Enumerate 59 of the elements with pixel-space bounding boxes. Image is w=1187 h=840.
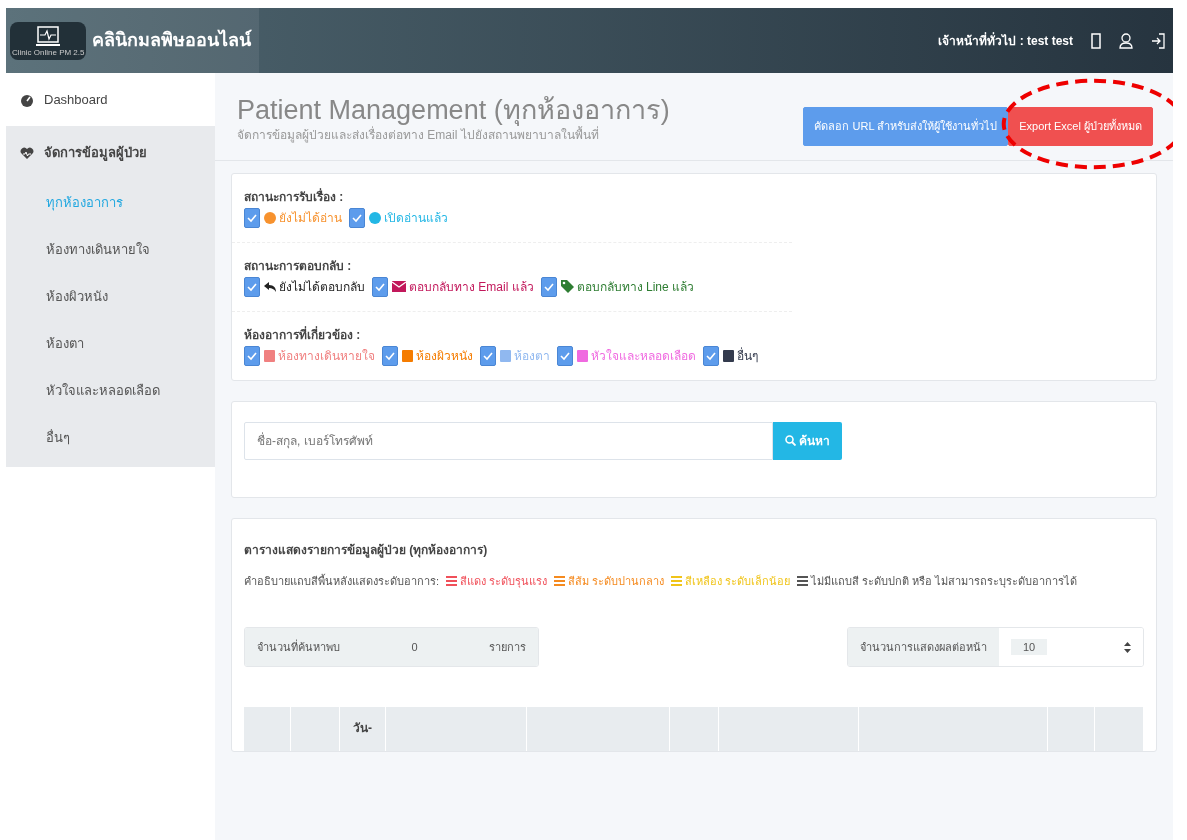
check-icon [560, 350, 570, 361]
page-title: Patient Management (ทุกห้องอาการ) [237, 95, 670, 126]
user-name: เจ้าหน้าที่ทั่วไป : test test [938, 31, 1073, 50]
checkbox[interactable] [540, 276, 557, 297]
filter-option[interactable]: ตอบกลับทาง Email แล้ว [409, 277, 534, 296]
checkbox[interactable] [372, 276, 388, 297]
checkbox[interactable] [244, 345, 260, 366]
legend-item: ไม่มีแถบสี ระดับปกติ หรือ ไม่สามารถระบุระดับอาการได้ [811, 573, 1078, 589]
export-button[interactable]: Export Excel ผู้ป่วยทั้งหมด [1008, 107, 1153, 146]
search-icon [785, 435, 796, 446]
checkbox[interactable] [244, 207, 260, 228]
sidebar-subitem[interactable]: ห้องทางเดินหายใจ [6, 226, 215, 273]
gauge-icon [20, 92, 34, 107]
check-icon [247, 350, 257, 361]
sidebar-subitem[interactable]: ห้องตา [6, 320, 215, 367]
checkbox[interactable] [557, 345, 573, 366]
heart-icon [20, 145, 34, 160]
filter-option[interactable]: อื่นๆ [737, 346, 758, 365]
legend-item: สีส้ม ระดับปานกลาง [568, 573, 665, 589]
check-icon [385, 350, 395, 361]
check-icon [375, 281, 385, 292]
logout-icon[interactable] [1151, 32, 1165, 49]
count-unit: รายการ [477, 628, 538, 666]
filter-option[interactable]: ยังไม่ได้ตอบกลับ [279, 277, 365, 296]
checkbox[interactable] [244, 276, 260, 297]
sidebar-subitem[interactable]: อื่นๆ [6, 414, 215, 461]
check-icon [543, 281, 554, 292]
filter-label: สถานะการรับเรื่อง : [244, 187, 345, 206]
logo-caption: Clinic Online PM 2.5 [12, 48, 85, 57]
sidebar-item[interactable]: จัดการข้อมูลผู้ป่วย [6, 126, 215, 179]
filter-option[interactable]: ตอบกลับทาง Line แล้ว [576, 277, 695, 296]
checkbox[interactable] [703, 345, 719, 366]
sidebar-item[interactable]: Dashboard [6, 73, 215, 126]
filter-label: สถานะการตอบกลับ : [244, 257, 353, 275]
filter-label: ห้องอาการที่เกี่ยวข้อง : [244, 325, 362, 344]
legend-item: สีเหลือง ระดับเล็กน้อย [685, 573, 791, 589]
checkbox[interactable] [349, 207, 365, 228]
user-icon[interactable] [1119, 32, 1133, 49]
brand-name[interactable]: คลินิกมลพิษออนไลน์ [92, 27, 252, 54]
expand-icon[interactable] [1091, 32, 1101, 49]
check-icon [352, 212, 362, 223]
count-value: 0 [352, 628, 477, 666]
count-label: จำนวนที่ค้นหาพบ [245, 628, 352, 666]
laptop-pulse-icon [35, 24, 62, 49]
table-title: ตารางแสดงรายการข้อมูลผู้ป่วย (ทุกห้องอาการ) [243, 541, 489, 559]
column-header: วัน- [353, 720, 372, 737]
logo[interactable]: Clinic Online PM 2.5 [10, 21, 87, 60]
sidebar-subitem[interactable]: หัวใจและหลอดเลือด [6, 367, 215, 414]
legend-item: สีแดง ระดับรุนแรง [460, 573, 548, 589]
check-icon [247, 281, 257, 292]
sidebar-subitem[interactable]: ห้องผิวหนัง [6, 273, 215, 320]
check-icon [247, 212, 257, 223]
checkbox[interactable] [480, 345, 496, 366]
page-subtitle: จัดการข้อมูลผู้ป่วยและส่งเรื่องต่อทาง Email ไปยังสถานพยาบาลในพื้นที่ [237, 126, 600, 145]
check-icon [706, 350, 716, 361]
legend-label: คำอธิบายแถบสีพื้นหลังแสดงระดับอาการ: [244, 573, 440, 589]
check-icon [483, 350, 493, 361]
search-field[interactable]: ชื่อ-สกุล, เบอร์โทรศัพท์ [244, 421, 773, 460]
checkbox[interactable] [382, 345, 398, 366]
